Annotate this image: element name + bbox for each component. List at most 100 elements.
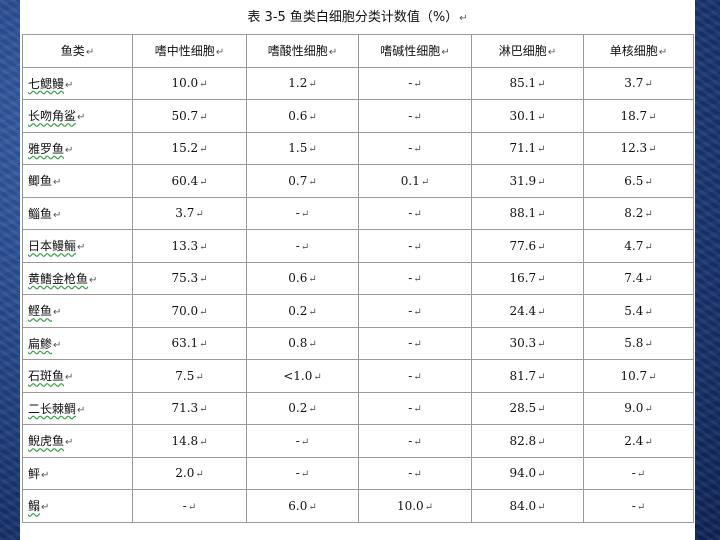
fish-name: 雅罗鱼 — [28, 141, 65, 156]
monocyte-value: 5.8 — [624, 336, 644, 351]
paragraph-mark-icon: ↵ — [308, 176, 317, 188]
document-page: 表 3-5 鱼类白细胞分类计数值（%） ↵ 鱼类↵ 嗜中性细胞↵ 嗜酸性细胞↵ 嗜… — [20, 0, 695, 540]
paragraph-mark-icon: ↵ — [648, 371, 657, 383]
caption-text: 表 3-5 鱼类白细胞分类计数值（%） — [247, 10, 459, 25]
monocyte-cell: 7.4↵ — [583, 261, 694, 295]
paragraph-mark-icon: ↵ — [85, 47, 95, 59]
basophil-value: - — [408, 141, 413, 156]
paragraph-mark-icon: ↵ — [537, 209, 546, 221]
basophil-value: - — [408, 76, 413, 91]
basophil-cell: -↵ — [358, 294, 472, 328]
paragraph-mark-icon: ↵ — [199, 436, 208, 448]
eosinophil-value: <1.0 — [283, 368, 313, 383]
paragraph-mark-icon: ↵ — [53, 339, 62, 351]
paragraph-mark-icon: ↵ — [441, 47, 450, 59]
monocyte-cell: 3.7↵ — [583, 66, 694, 100]
monocyte-cell: 10.7↵ — [583, 359, 694, 393]
eosinophil-cell: 0.8↵ — [246, 326, 359, 360]
lymphocyte-value: 94.0 — [509, 466, 537, 481]
basophil-value: - — [408, 368, 413, 383]
basophil-cell: -↵ — [358, 391, 472, 425]
basophil-value: 0.1 — [400, 173, 420, 188]
lymphocyte-value: 81.7 — [509, 368, 537, 383]
neutrophil-cell: 7.5↵ — [132, 359, 247, 393]
eosinophil-value: 0.6 — [288, 271, 308, 286]
lymphocyte-value: 84.0 — [509, 498, 537, 513]
basophil-value: - — [408, 238, 413, 253]
eosinophil-value: 0.2 — [288, 303, 308, 318]
fish-name-cell: 二长棘鲷↵ — [22, 391, 133, 425]
eosinophil-value: 1.5 — [288, 141, 308, 156]
neutrophil-value: - — [182, 498, 187, 513]
fish-name-cell: 鲫鱼↵ — [22, 164, 133, 198]
paragraph-mark-icon: ↵ — [199, 306, 208, 318]
paragraph-mark-icon: ↵ — [308, 144, 317, 156]
paragraph-mark-icon: ↵ — [537, 469, 546, 481]
neutrophil-value: 70.0 — [171, 303, 199, 318]
paragraph-mark-icon: ↵ — [658, 47, 668, 59]
eosinophil-cell: 0.6↵ — [246, 261, 359, 295]
fish-name-cell: 扁鲹↵ — [22, 326, 133, 360]
paragraph-mark-icon: ↵ — [644, 306, 653, 318]
monocyte-cell: 9.0↵ — [583, 391, 694, 425]
neutrophil-cell: -↵ — [132, 489, 247, 523]
eosinophil-value: - — [295, 206, 300, 221]
paragraph-mark-icon: ↵ — [89, 274, 98, 286]
paragraph-mark-icon: ↵ — [537, 339, 546, 351]
table-row: 二长棘鲷↵ 71.3↵ 0.2↵ -↵ 28.5↵ 9.0↵ — [22, 391, 694, 425]
table-row: 黄鳍金枪鱼↵ 75.3↵ 0.6↵ -↵ 16.7↵ 7.4↵ — [22, 261, 694, 295]
eosinophil-cell: -↵ — [246, 229, 359, 263]
lymphocyte-cell: 82.8↵ — [471, 424, 584, 458]
paragraph-mark-icon: ↵ — [413, 241, 422, 253]
eosinophil-cell: 6.0↵ — [246, 489, 359, 523]
neutrophil-value: 3.7 — [175, 206, 195, 221]
eosinophil-value: 0.8 — [288, 336, 308, 351]
paragraph-mark-icon: ↵ — [413, 469, 422, 481]
monocyte-cell: 6.5↵ — [583, 164, 694, 198]
lymphocyte-value: 77.6 — [509, 238, 537, 253]
table-row: 日本鳗鲡↵ 13.3↵ -↵ -↵ 77.6↵ 4.7↵ — [22, 229, 694, 263]
basophil-cell: -↵ — [358, 66, 472, 100]
paragraph-mark-icon: ↵ — [199, 339, 208, 351]
lymphocyte-cell: 88.1↵ — [471, 196, 584, 230]
paragraph-mark-icon: ↵ — [199, 176, 208, 188]
fish-name-cell: 鲵虎鱼↵ — [22, 424, 133, 458]
eosinophil-value: - — [295, 238, 300, 253]
table-row: 鲻鱼↵ 3.7↵ -↵ -↵ 88.1↵ 8.2↵ — [22, 196, 694, 230]
neutrophil-cell: 70.0↵ — [132, 294, 247, 328]
paragraph-mark-icon: ↵ — [53, 307, 62, 319]
basophil-value: - — [408, 433, 413, 448]
basophil-value: - — [408, 336, 413, 351]
paragraph-mark-icon: ↵ — [300, 469, 310, 481]
paragraph-mark-icon: ↵ — [77, 242, 86, 254]
paragraph-mark-icon: ↵ — [413, 79, 422, 91]
paragraph-mark-icon: ↵ — [537, 501, 546, 513]
header-monocyte: 单核细胞↵ — [583, 34, 694, 68]
fish-name-cell: 石斑鱼↵ — [22, 359, 133, 393]
basophil-cell: 0.1↵ — [358, 164, 472, 198]
table-row: 鲣鱼↵ 70.0↵ 0.2↵ -↵ 24.4↵ 5.4↵ — [22, 294, 694, 328]
paragraph-mark-icon: ↵ — [300, 209, 310, 221]
paragraph-mark-icon: ↵ — [300, 436, 310, 448]
paragraph-mark-icon: ↵ — [199, 404, 208, 416]
fish-name-cell: 七鳃鳗↵ — [22, 66, 133, 100]
neutrophil-cell: 75.3↵ — [132, 261, 247, 295]
paragraph-mark-icon: ↵ — [308, 339, 317, 351]
paragraph-mark-icon: ↵ — [537, 79, 546, 91]
neutrophil-value: 50.7 — [171, 108, 199, 123]
paragraph-mark-icon: ↵ — [636, 501, 646, 513]
paragraph-mark-icon: ↵ — [199, 241, 208, 253]
lymphocyte-cell: 24.4↵ — [471, 294, 584, 328]
monocyte-cell: 5.4↵ — [583, 294, 694, 328]
paragraph-mark-icon: ↵ — [65, 437, 74, 449]
lymphocyte-value: 30.3 — [509, 336, 537, 351]
basophil-cell: -↵ — [358, 261, 472, 295]
table-row: 鳎↵ -↵ 6.0↵ 10.0↵ 84.0↵ -↵ — [22, 489, 694, 523]
monocyte-value: 6.5 — [624, 173, 644, 188]
basophil-cell: 10.0↵ — [358, 489, 472, 523]
fish-name-cell: 黄鳍金枪鱼↵ — [22, 261, 133, 295]
paragraph-mark-icon: ↵ — [308, 404, 317, 416]
paragraph-mark-icon: ↵ — [65, 144, 74, 156]
monocyte-value: 5.4 — [624, 303, 644, 318]
leukocyte-table: 鱼类↵ 嗜中性细胞↵ 嗜酸性细胞↵ 嗜碱性细胞↵ 淋巴细胞↵ 单核细胞↵ 七鳃鳗… — [22, 34, 694, 523]
